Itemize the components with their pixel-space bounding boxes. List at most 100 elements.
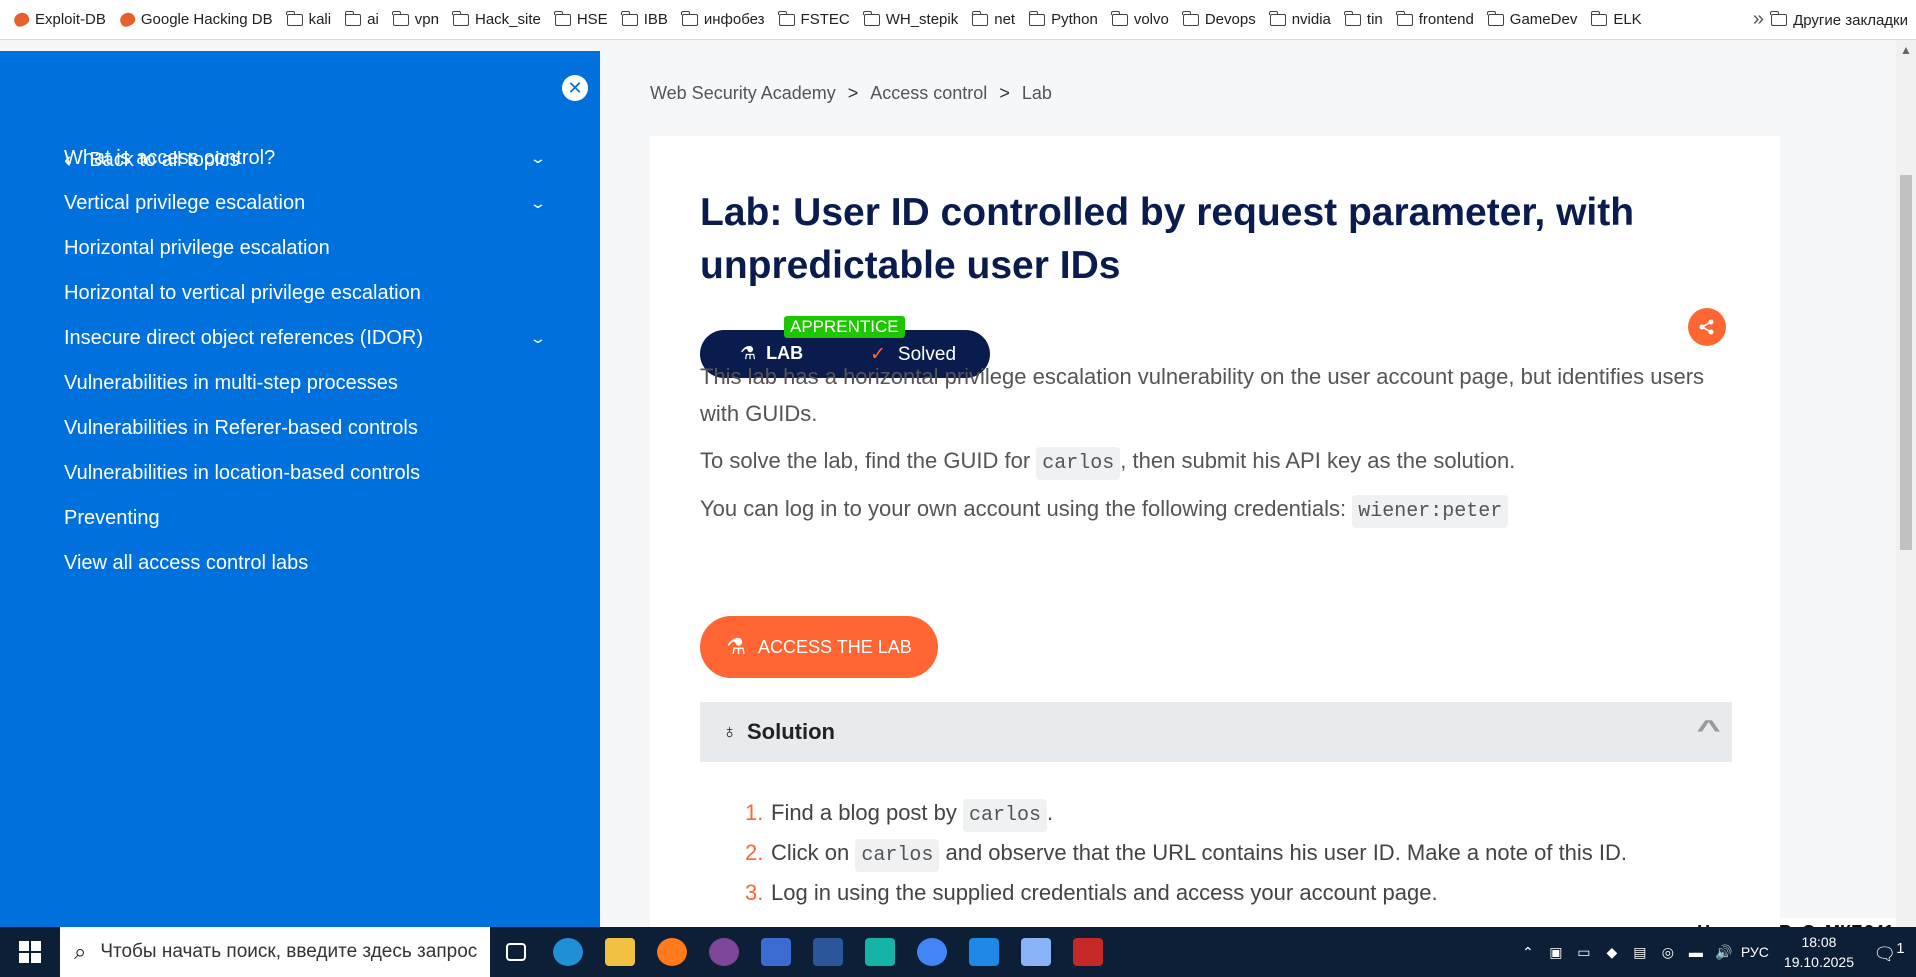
bookmarks-overflow-icon[interactable]: » [1753, 8, 1764, 31]
bookmark-item[interactable]: FSTEC [777, 10, 850, 28]
bookmark-label: HSE [576, 11, 608, 28]
access-lab-button[interactable]: ⚗ ACCESS THE LAB [700, 616, 938, 678]
scrollbar[interactable]: ▲ [1896, 40, 1916, 927]
bookmark-label: volvo [1133, 11, 1169, 28]
sidebar-item[interactable]: View all access control labs [64, 552, 544, 575]
objective-code: carlos [1036, 447, 1121, 480]
taskbar-apps [490, 927, 1114, 977]
scroll-thumb[interactable] [1900, 175, 1912, 550]
taskbar-app-tor-browser[interactable] [698, 927, 750, 977]
monitor-icon[interactable]: ▭ [1573, 944, 1595, 961]
credentials-text: You can log in to your own account using… [700, 496, 1353, 521]
bookmark-label: ELK [1613, 11, 1642, 28]
taskbar-search[interactable]: ⌕ Чтобы начать поиск, введите здесь запр… [60, 927, 490, 977]
breadcrumb-lab[interactable]: Lab [1022, 83, 1052, 103]
taskbar-app-task-view[interactable] [490, 927, 542, 977]
objective-text-prefix: To solve the lab, find the GUID for [700, 448, 1037, 473]
share-button[interactable] [1688, 308, 1726, 346]
bookmark-item[interactable]: GameDev [1487, 10, 1578, 28]
chevron-up-icon[interactable]: ⌃ [1517, 944, 1539, 961]
taskbar-app-firefox[interactable] [646, 927, 698, 977]
solution-step: 3. Log in using the supplied credentials … [745, 874, 1725, 911]
bookmark-item[interactable]: HSE [554, 10, 608, 28]
solution-accordion[interactable]: ♁ Solution ^ [700, 702, 1732, 762]
save-tray-icon[interactable]: ▣ [1545, 944, 1567, 961]
taskbar-app-app-lightning[interactable] [854, 927, 906, 977]
taskbar-app-app-red[interactable] [1062, 927, 1114, 977]
bookmark-item[interactable]: инфобез [681, 10, 765, 28]
sidebar-item-label: Vertical privilege escalation [64, 192, 306, 214]
sidebar-item[interactable]: Insecure direct object references (IDOR)… [64, 327, 547, 350]
breadcrumb-academy[interactable]: Web Security Academy [650, 83, 836, 103]
task-view-icon [506, 943, 526, 961]
sidebar-item[interactable]: What is access control? ⌄ [64, 147, 547, 170]
sidebar-item[interactable]: Horizontal to vertical privilege escalat… [64, 282, 544, 305]
flask-icon: ⚗ [726, 634, 746, 659]
bookmark-item[interactable]: ai [344, 10, 379, 28]
folder-icon [392, 10, 409, 26]
sidebar-item[interactable]: Vulnerabilities in multi-step processes [64, 372, 544, 395]
taskbar-search-placeholder: Чтобы начать поиск, введите здесь запрос [100, 941, 478, 962]
clock[interactable]: 18:08 19.10.2025 [1784, 932, 1854, 972]
taskbar-app-word[interactable] [802, 927, 854, 977]
chevron-down-icon[interactable]: ⌄ [529, 330, 547, 347]
lab-description: This lab has a horizontal privilege esca… [700, 364, 1705, 426]
sidebar-item-label: Preventing [64, 507, 160, 529]
step-text: Find a blog post by carlos. [771, 794, 1053, 834]
objective-text-suffix: , then submit his API key as the solutio… [1120, 448, 1516, 473]
sidebar-item[interactable]: Vulnerabilities in location-based contro… [64, 462, 544, 485]
bookmark-item[interactable]: Exploit-DB [11, 10, 106, 29]
start-button[interactable] [0, 927, 60, 977]
chevron-down-icon[interactable]: ⌄ [529, 195, 547, 212]
bookmark-label: WH_stepik [885, 11, 959, 28]
chevron-down-icon[interactable]: ⌄ [529, 150, 547, 167]
sidebar-item[interactable]: Vulnerabilities in Referer-based control… [64, 417, 544, 440]
sidebar-item[interactable]: Vertical privilege escalation ⌄ [64, 192, 547, 215]
taskbar-app-edge[interactable] [542, 927, 594, 977]
access-lab-label: ACCESS THE LAB [758, 636, 912, 657]
battery-icon[interactable]: ▬ [1685, 944, 1707, 960]
bookmark-item[interactable]: tin [1344, 10, 1383, 28]
chrome-icon [917, 938, 947, 966]
language-indicator[interactable]: РУС [1741, 944, 1769, 960]
taskbar-app-chrome[interactable] [906, 927, 958, 977]
taskbar-app-app-window[interactable] [958, 927, 1010, 977]
bookmark-item[interactable]: ELK [1590, 10, 1642, 28]
other-bookmarks[interactable]: Другие закладки [1770, 0, 1908, 40]
breadcrumb-access-control[interactable]: Access control [870, 83, 987, 103]
volume-icon[interactable]: 🔊 [1713, 944, 1735, 961]
bookmark-item[interactable]: vpn [392, 10, 439, 28]
bookmark-label: net [994, 11, 1016, 28]
bookmark-item[interactable]: Google Hacking DB [117, 10, 273, 29]
step-text-prefix: Click on [771, 840, 856, 865]
camera-icon[interactable]: ◎ [1657, 944, 1679, 961]
network-icon[interactable]: ▤ [1629, 944, 1651, 961]
sidebar-item[interactable]: Horizontal privilege escalation [64, 237, 544, 260]
bookmark-item[interactable]: Hack_site [452, 10, 541, 28]
bookmark-label: Python [1051, 11, 1098, 28]
step-number: 3. [745, 880, 764, 905]
taskbar-app-save-app[interactable] [750, 927, 802, 977]
bookmark-item[interactable]: kali [285, 10, 331, 28]
taskbar-app-paint[interactable] [1010, 927, 1062, 977]
bookmark-item[interactable]: frontend [1396, 10, 1474, 28]
bookmark-item[interactable]: volvo [1111, 10, 1169, 28]
sidebar-item[interactable]: Preventing [64, 507, 544, 530]
scroll-up-icon[interactable]: ▲ [1900, 43, 1912, 57]
bookmark-label: Google Hacking DB [140, 11, 273, 28]
bookmark-label: GameDev [1509, 11, 1578, 28]
notifications-button[interactable]: 🗨1 [1872, 940, 1906, 965]
bookmark-item[interactable]: Python [1028, 10, 1098, 28]
breadcrumb-separator: > [999, 83, 1010, 103]
bookmark-item[interactable]: IBB [621, 10, 668, 28]
app-tray-icon[interactable]: ◆ [1601, 944, 1623, 961]
chevron-up-icon[interactable]: ^ [1696, 714, 1720, 745]
close-sidebar-button[interactable]: ✕ [562, 75, 588, 101]
bookmark-item[interactable]: net [971, 10, 1016, 28]
taskbar-app-file-explorer[interactable] [594, 927, 646, 977]
system-tray: ⌃ ▣ ▭ ◆ ▤ ◎ ▬ 🔊 РУС 18:08 19.10.2025 🗨1 [1514, 927, 1916, 977]
bookmark-item[interactable]: nvidia [1269, 10, 1331, 28]
bookmark-item[interactable]: WH_stepik [863, 10, 959, 28]
bookmark-item[interactable]: Devops [1182, 10, 1256, 28]
sidebar-item-label: View all access control labs [64, 552, 309, 574]
